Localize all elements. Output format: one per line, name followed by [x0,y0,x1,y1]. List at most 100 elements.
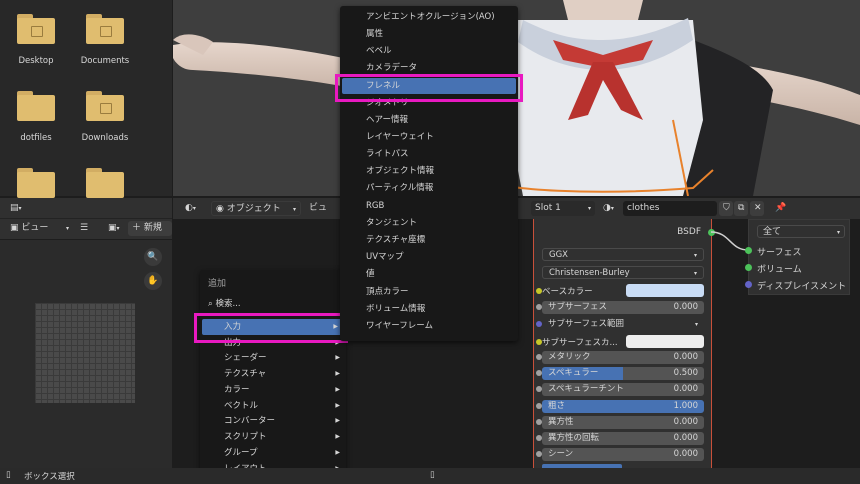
menu-item-bevel[interactable]: ベベル [340,43,518,59]
socket-dot[interactable] [536,451,542,457]
menu-item-script[interactable]: スクリプト ▶ [200,429,346,445]
menu-item-vector[interactable]: ベクトル ▶ [200,398,346,414]
target-dropdown[interactable]: 全て ▾ [757,225,845,238]
new-image-button[interactable]: ＋ 新規 [128,221,172,236]
menu-item-wireframe[interactable]: ワイヤーフレーム [340,318,518,334]
anisotropic-rotation-field[interactable]: 異方性の回転 0.000 [536,432,704,445]
subsurface-field[interactable]: サブサーフェス 0.000 [536,301,704,314]
search-icon: ⌕ [208,299,213,309]
menu-item-shader[interactable]: シェーダー ▶ [200,350,346,366]
base-color-row: ベースカラー [536,285,593,297]
socket-dot[interactable] [536,419,542,425]
specular-field[interactable]: スペキュラー 0.500 [536,367,704,380]
folder-dotfiles[interactable]: dotfiles [1,91,71,143]
socket-dot[interactable] [536,370,542,376]
zoom-icon[interactable]: 🔍 [144,248,162,266]
menu-item-texture[interactable]: テクスチャ ▶ [200,366,346,382]
displacement-socket[interactable] [745,281,752,288]
subsurface-color-swatch[interactable] [626,335,704,348]
menu-item-value[interactable]: 値 [340,266,518,282]
mode-dropdown[interactable]: ◉ オブジェクト ▾ [211,201,301,216]
subsurface-method-dropdown[interactable]: Christensen-Burley ▾ [542,266,704,279]
material-browse-button[interactable]: ◑▾ [599,201,623,216]
close-icon[interactable]: ✕ [750,201,764,216]
specular-tint-field[interactable]: スペキュラーチント 0.000 [536,383,704,396]
row-label: 粗さ [548,401,566,411]
folder-documents[interactable]: Documents [70,14,140,66]
subsurface-radius-dropdown[interactable]: サブサーフェス範囲 ▾ [536,318,704,331]
menu-item-uv-map[interactable]: UVマップ [340,249,518,265]
menu-item-object-info[interactable]: オブジェクト情報 [340,163,518,179]
menu-item-layer-weight[interactable]: レイヤーウェイト [340,129,518,145]
socket-dot[interactable] [536,386,542,392]
menu-item-rgb[interactable]: RGB [340,198,518,214]
row-label: スペキュラー [548,368,599,378]
image-editor-icon: ▤ [10,203,19,213]
metallic-field[interactable]: メタリック 0.000 [536,351,704,364]
socket-dot[interactable] [536,321,542,327]
mouse-left-icon: ▯ [6,470,11,480]
hand-pan-icon[interactable]: ✋ [144,272,162,290]
menu-item-texture-coordinate[interactable]: テクスチャ座標 [340,232,518,248]
menu-item-vertex-color[interactable]: 頂点カラー [340,284,518,300]
menu-item-attribute[interactable]: 属性 [340,26,518,42]
material-name-field[interactable]: clothes [623,201,717,216]
subsurface-color-row: サブサーフェスカ... [536,336,618,348]
principled-bsdf-node[interactable]: BSDF GGX ▾ Christensen-Burley ▾ ベースカラー サブサ… [533,219,715,469]
image-browse-button[interactable]: ▣▾ [104,221,126,236]
folder-desktop[interactable]: Desktop [1,14,71,66]
socket-dot[interactable] [536,403,542,409]
sheen-field[interactable]: シーン 0.000 [536,448,704,461]
folder-label: Downloads [81,133,129,143]
slot-dropdown[interactable]: Slot 1 ▾ [531,201,595,216]
object-icon: ◉ [216,204,224,214]
socket-dot[interactable] [536,354,542,360]
image-canvas[interactable]: 🔍 ✋ [0,240,172,468]
menu-item-hair-info[interactable]: ヘアー情報 [340,112,518,128]
menu-item-converter[interactable]: コンバーター ▶ [200,413,346,429]
folder-item[interactable] [70,168,140,198]
distribution-dropdown[interactable]: GGX ▾ [542,248,704,261]
roughness-field[interactable]: 粗さ 1.000 [536,400,704,413]
anisotropic-field[interactable]: 異方性 0.000 [536,416,704,429]
duplicate-icon[interactable]: ⧉ [734,201,748,216]
socket-dot[interactable] [536,435,542,441]
editor-type-button[interactable]: ▤▾ [6,201,30,216]
base-color-swatch[interactable] [626,284,704,297]
menu-item-particle-info[interactable]: パーティクル情報 [340,180,518,196]
image-icon: ▣ [10,223,19,233]
surface-input-label: サーフェス [757,248,802,258]
row-label: サブサーフェス範囲 [548,319,624,329]
socket-dot[interactable] [536,304,542,310]
hamburger-menu-icon[interactable]: ☰ [76,221,92,236]
image-editor-header: ▤▾ [0,198,172,219]
menu-item-light-path[interactable]: ライトパス [340,146,518,162]
editor-type-button[interactable]: ◐▾ [181,201,205,216]
subsurface-method-label: Christensen-Burley [549,268,630,278]
view-dropdown[interactable]: ▣ ビュー ▾ [6,221,72,236]
menu-item-tangent[interactable]: タンジェント [340,215,518,231]
menu-item-group[interactable]: グループ ▶ [200,445,346,461]
distribution-label: GGX [549,250,568,260]
socket-dot[interactable] [536,288,542,294]
surface-socket[interactable] [745,247,752,254]
menu-item-volume-info[interactable]: ボリューム情報 [340,301,518,317]
material-output-node[interactable]: 全て ▾ サーフェス ボリューム ディスプレイスメント [745,219,850,295]
fake-user-shield-icon[interactable]: ⛉ [719,201,733,216]
search-menu-item[interactable]: ⌕ 検索... [200,296,346,312]
view-menu[interactable]: ビュー [305,201,339,228]
folder-downloads[interactable]: Downloads [70,91,140,143]
folder-item[interactable] [1,168,71,198]
menu-item-color[interactable]: カラー ▶ [200,382,346,398]
socket-dot[interactable] [536,339,542,345]
submenu-arrow-icon: ▶ [335,449,340,456]
menu-item-ambient-occlusion[interactable]: アンビエントオクルージョン(AO) [340,9,518,25]
file-browser: Desktop Documents dotfiles Downloads [0,0,172,198]
row-label: スペキュラーチント [548,384,624,394]
status-bar: ▯ ボックス選択 ▯ [0,468,860,484]
mode-label: オブジェクト [226,204,281,214]
target-label: 全て [763,227,782,237]
pin-icon[interactable]: 📌 [771,201,786,216]
volume-socket[interactable] [745,264,752,271]
add-menu: 追加 ⌕ 検索... 入力 ▶ 出力 ▶ シェーダー ▶ テクスチャ ▶ カラー ▶ ベク… [200,270,346,482]
